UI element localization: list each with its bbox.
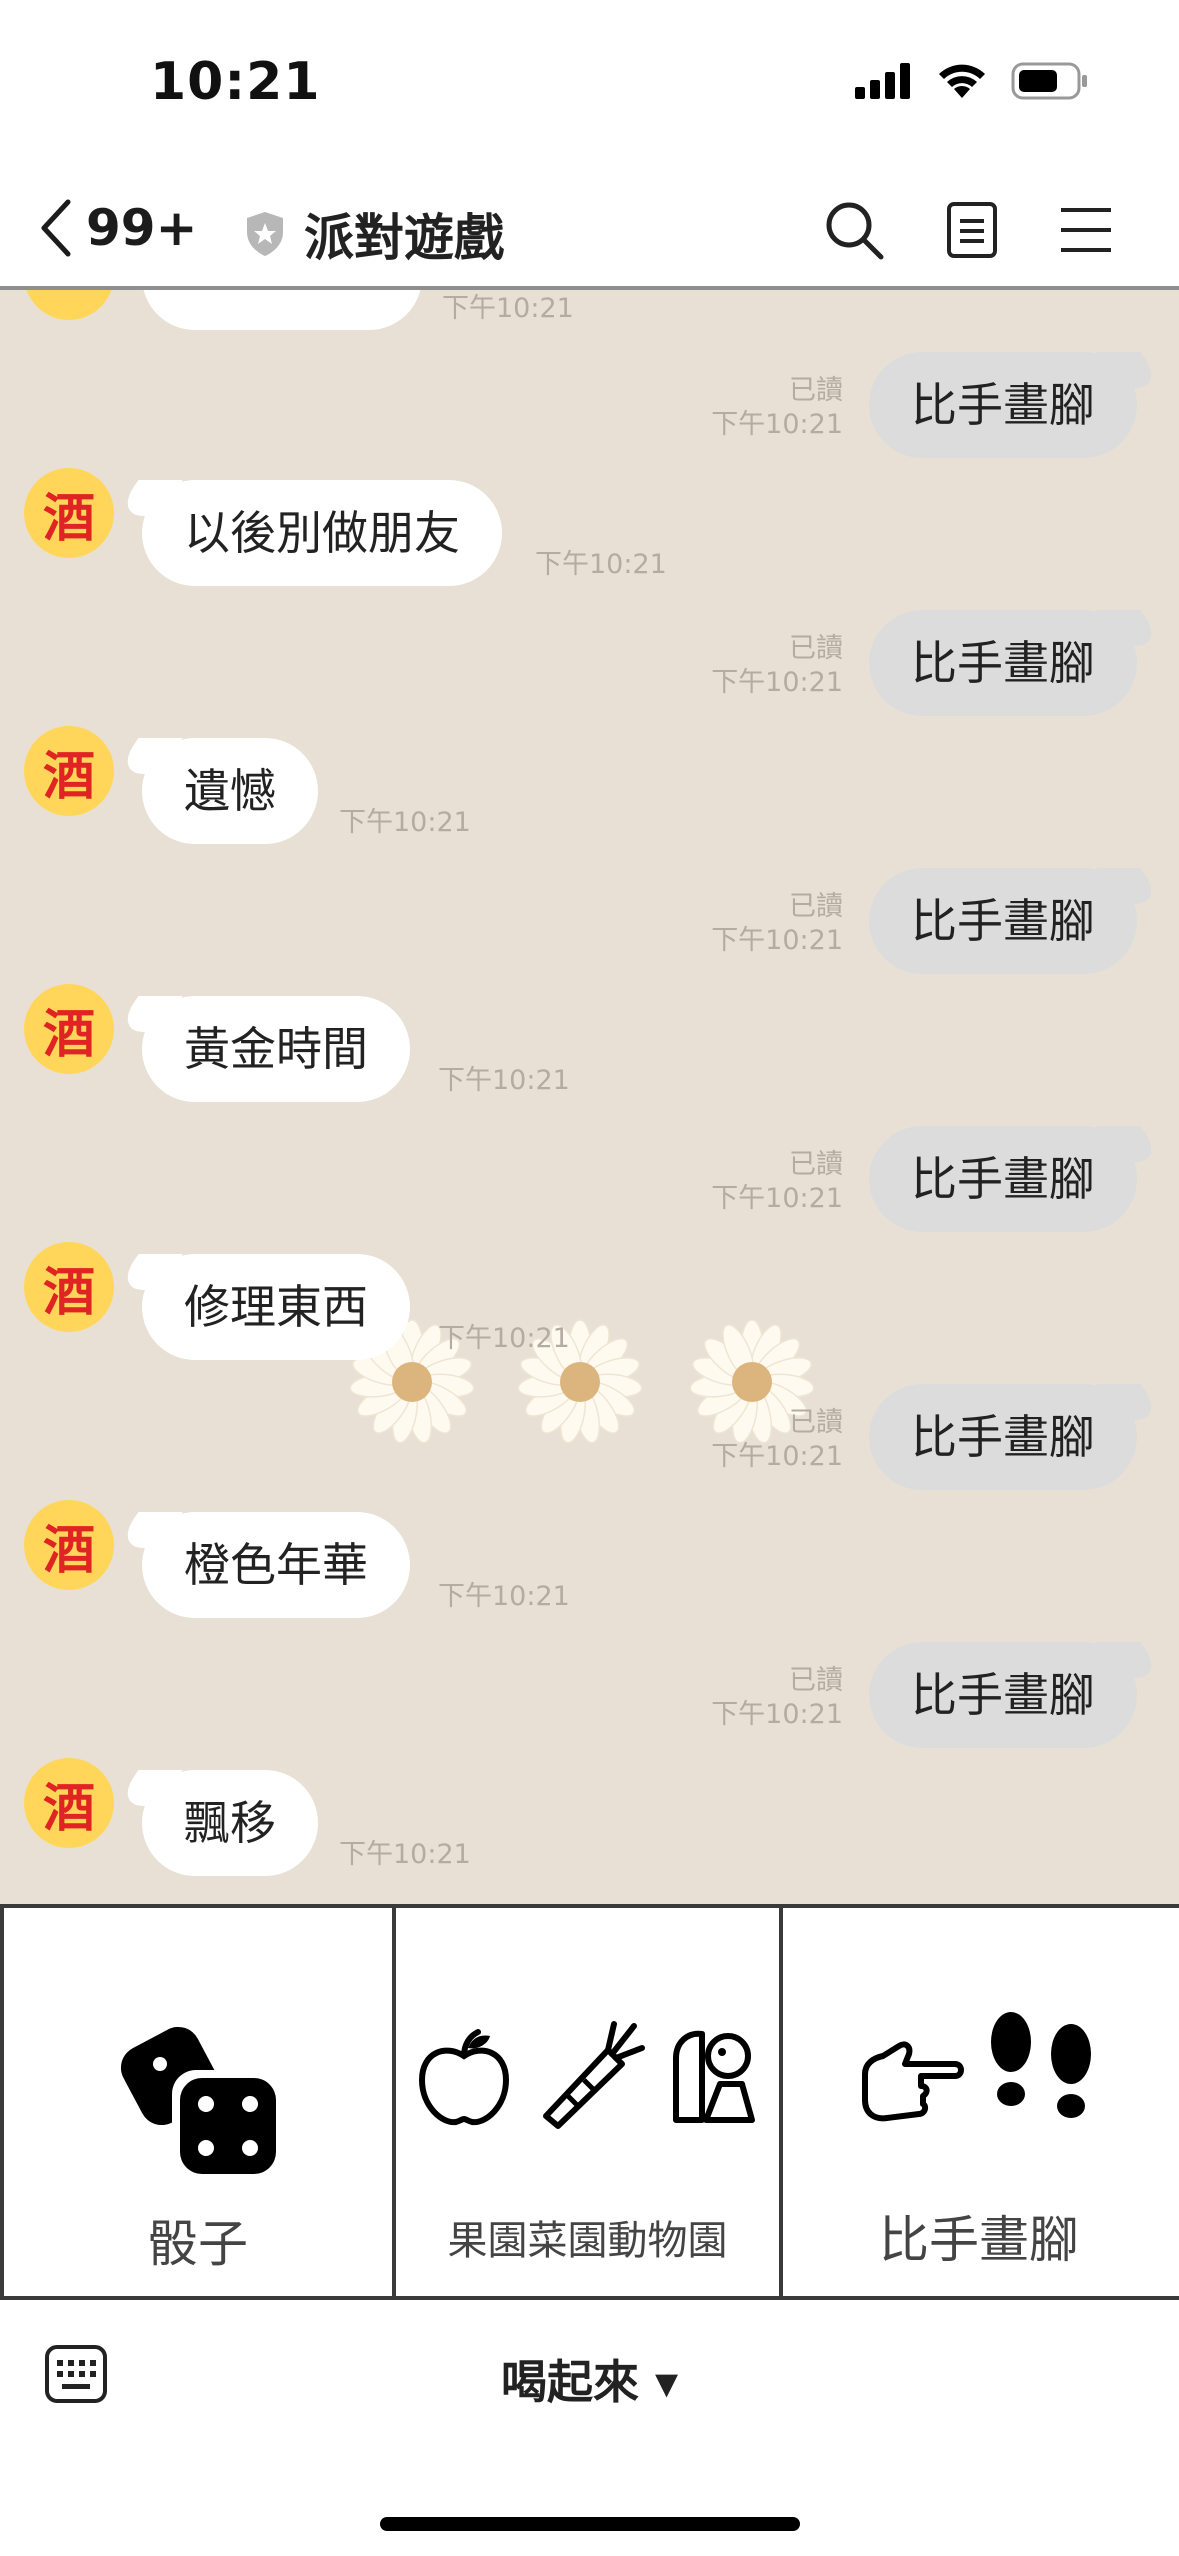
sender-avatar[interactable]: 酒 — [24, 984, 114, 1074]
cellular-signal-icon — [855, 63, 910, 99]
message-meta: 已讀 下午10:21 — [711, 1406, 843, 1474]
message-time: 下午10:21 — [711, 409, 843, 440]
chat-message-list[interactable]: 下午10:21 已讀 下午10:21 比手畫腳 酒 以後別做朋友 下午10:21… — [0, 290, 1179, 1904]
pointing-hand-icon — [862, 2041, 964, 2122]
message-bubble-incoming[interactable]: 橙色年華 — [142, 1512, 410, 1618]
message-meta: 已讀 下午10:21 — [711, 890, 843, 958]
search-icon — [826, 202, 884, 260]
message-time: 下午10:21 — [711, 1183, 843, 1214]
rich-menu-orchard-label: 果園菜園動物園 — [447, 2218, 728, 2264]
message-time: 下午10:21 — [339, 1839, 471, 1870]
message-bubble-incoming[interactable]: 修理東西 — [142, 1254, 410, 1360]
chat-title-group[interactable]: 派對遊戲 — [244, 198, 504, 270]
notes-icon — [947, 202, 997, 258]
menu-button[interactable] — [1050, 194, 1122, 266]
message-time: 下午10:21 — [438, 1581, 570, 1612]
rich-menu-orchard[interactable]: 果園菜園動物園 — [396, 1908, 783, 2296]
animal-icon — [673, 2030, 755, 2123]
search-button[interactable] — [818, 194, 890, 266]
apple-icon — [418, 2029, 510, 2126]
message-time: 下午10:21 — [339, 807, 471, 838]
battery-icon — [1011, 62, 1087, 100]
status-bar: 10:21 — [0, 0, 1179, 170]
message-time: 下午10:21 — [535, 549, 667, 580]
message-time: 下午10:21 — [711, 925, 843, 956]
unread-count: 99+ — [86, 199, 198, 257]
dice-icon — [120, 2026, 280, 2178]
message-bubble-outgoing[interactable]: 比手畫腳 — [869, 1384, 1137, 1490]
message-meta: 已讀 下午10:21 — [711, 374, 843, 442]
rich-menu-toggle[interactable]: 喝起來 ▾ — [0, 2346, 1179, 2412]
message-bubble-incoming[interactable]: 飄移 — [142, 1770, 318, 1876]
read-receipt: 已讀 — [789, 375, 843, 406]
status-time: 10:21 — [150, 52, 321, 112]
message-bubble-outgoing[interactable]: 比手畫腳 — [869, 610, 1137, 716]
rich-menu: 骰子 果園菜園動物園 比手畫腳 — [0, 1904, 1179, 2300]
sender-avatar[interactable]: 酒 — [24, 1758, 114, 1848]
rich-menu-dice-label: 骰子 — [148, 2215, 248, 2273]
status-icons — [855, 62, 1089, 100]
message-bubble-outgoing[interactable]: 比手畫腳 — [869, 1642, 1137, 1748]
message-bubble-outgoing[interactable]: 比手畫腳 — [869, 352, 1137, 458]
message-bubble-incoming-partial[interactable] — [142, 290, 422, 330]
read-receipt: 已讀 — [789, 1665, 843, 1696]
shield-star-icon — [247, 212, 283, 256]
home-indicator[interactable] — [380, 2517, 800, 2531]
message-bubble-outgoing[interactable]: 比手畫腳 — [869, 868, 1137, 974]
message-bubble-outgoing[interactable]: 比手畫腳 — [869, 1126, 1137, 1232]
chat-header: 99+ 派對遊戲 — [0, 170, 1179, 290]
message-time: 下午10:21 — [711, 1441, 843, 1472]
sender-avatar[interactable]: 酒 — [24, 468, 114, 558]
message-bubble-incoming[interactable]: 以後別做朋友 — [142, 480, 502, 586]
rich-menu-charades[interactable]: 比手畫腳 — [783, 1908, 1175, 2296]
message-time: 下午10:21 — [438, 1065, 570, 1096]
chat-title: 派對遊戲 — [304, 209, 504, 267]
message-bubble-incoming[interactable]: 黃金時間 — [142, 996, 410, 1102]
message-bubble-incoming[interactable]: 遺憾 — [142, 738, 318, 844]
sender-avatar[interactable]: 酒 — [24, 1242, 114, 1332]
message-time: 下午10:21 — [438, 1323, 570, 1354]
sender-avatar[interactable] — [24, 290, 114, 320]
back-button[interactable]: 99+ — [38, 198, 197, 258]
chevron-left-icon — [41, 199, 71, 257]
hamburger-menu-icon — [1061, 208, 1111, 252]
read-receipt: 已讀 — [789, 1149, 843, 1180]
message-meta: 已讀 下午10:21 — [711, 1664, 843, 1732]
wifi-icon — [939, 64, 985, 98]
message-time: 下午10:21 — [711, 667, 843, 698]
notes-button[interactable] — [936, 194, 1008, 266]
rich-menu-charades-label: 比手畫腳 — [879, 2211, 1079, 2269]
carrot-icon — [543, 2021, 645, 2129]
message-meta: 已讀 下午10:21 — [711, 632, 843, 700]
read-receipt: 已讀 — [789, 633, 843, 664]
rich-menu-dice[interactable]: 骰子 — [0, 1908, 396, 2296]
sender-avatar[interactable]: 酒 — [24, 1500, 114, 1590]
read-receipt: 已讀 — [789, 1407, 843, 1438]
message-meta: 已讀 下午10:21 — [711, 1148, 843, 1216]
footprints-icon — [991, 2012, 1091, 2118]
message-time: 下午10:21 — [711, 1699, 843, 1730]
sender-avatar[interactable]: 酒 — [24, 726, 114, 816]
read-receipt: 已讀 — [789, 891, 843, 922]
message-time: 下午10:21 — [442, 293, 574, 324]
